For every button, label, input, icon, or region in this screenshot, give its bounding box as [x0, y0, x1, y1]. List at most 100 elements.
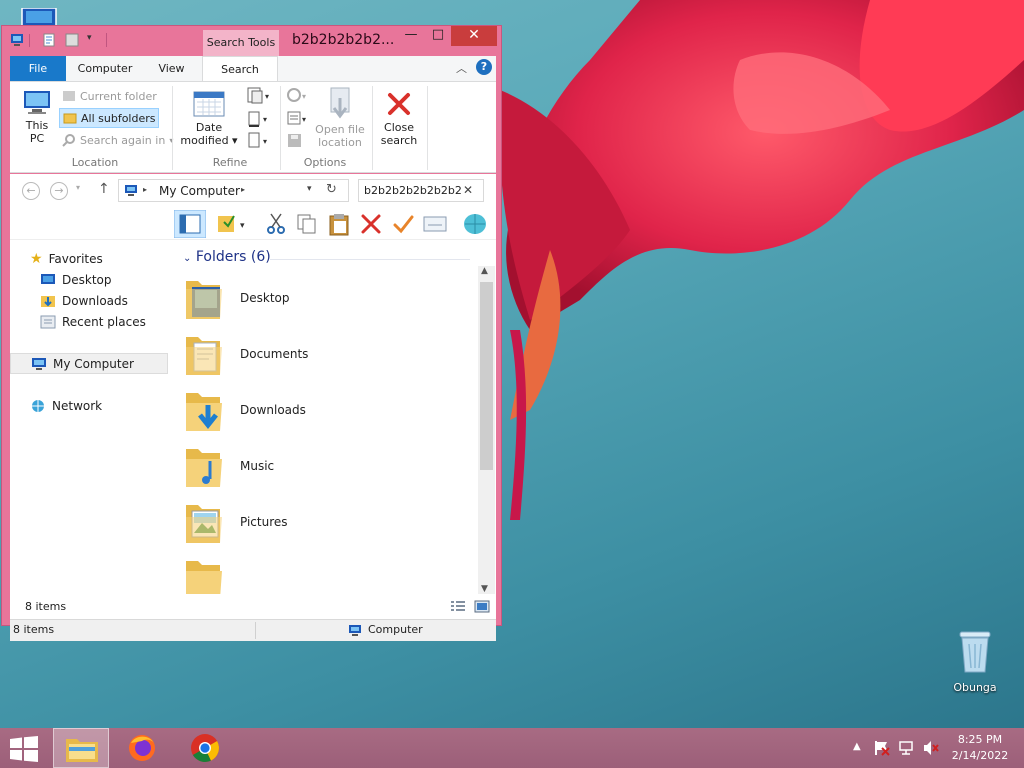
- start-button[interactable]: [10, 736, 38, 762]
- tab-computer[interactable]: Computer: [70, 56, 140, 81]
- nav-desktop[interactable]: Desktop: [40, 269, 160, 290]
- properties-toggle-icon[interactable]: ▾: [216, 212, 248, 236]
- large-icons-view-icon[interactable]: [474, 600, 490, 613]
- back-button[interactable]: ←: [22, 182, 40, 200]
- tab-view[interactable]: View: [144, 56, 199, 81]
- nav-favorites[interactable]: ★ Favorites: [30, 248, 160, 269]
- current-folder-button[interactable]: Current folder: [62, 86, 157, 106]
- taskbar-chrome[interactable]: [177, 728, 233, 768]
- folder-item-pictures[interactable]: Pictures: [184, 494, 464, 550]
- copy-icon[interactable]: [296, 213, 318, 235]
- nav-recent-places[interactable]: Recent places: [40, 311, 160, 332]
- tab-search[interactable]: Search: [202, 56, 278, 82]
- system-clock[interactable]: 8:25 PM 2/14/2022: [950, 732, 1010, 764]
- new-folder-icon[interactable]: [65, 33, 79, 47]
- forward-button[interactable]: →: [50, 182, 68, 200]
- title-bar[interactable]: ▾ Search Tools b2b2b2b2b2... — □ ✕: [2, 26, 501, 56]
- folder-item-partial[interactable]: [184, 550, 464, 594]
- help-icon[interactable]: ?: [476, 59, 492, 75]
- up-arrow-icon[interactable]: ↑: [98, 181, 110, 197]
- tab-file[interactable]: File: [10, 56, 66, 81]
- recent-searches-icon[interactable]: ▾: [286, 87, 310, 105]
- nav-downloads[interactable]: Downloads: [40, 290, 160, 311]
- search-again-in-label: Search again in: [80, 133, 166, 147]
- computer-icon[interactable]: [10, 33, 24, 47]
- volume-muted-icon[interactable]: [922, 740, 940, 756]
- folders-group-header[interactable]: ⌄ Folders (6): [183, 249, 271, 265]
- recent-locations-dropdown[interactable]: ▾: [76, 183, 80, 192]
- navigation-pane-icon[interactable]: [174, 210, 206, 238]
- breadcrumb-chevron-icon[interactable]: ▸: [241, 185, 245, 194]
- rename-check-icon[interactable]: [392, 213, 414, 235]
- open-file-location-button[interactable]: Open file location: [314, 86, 366, 149]
- close-search-label-line1: Close: [384, 121, 414, 134]
- clear-search-icon[interactable]: ✕: [463, 183, 473, 197]
- network-icon: [32, 399, 44, 412]
- folder-item-music[interactable]: Music: [184, 438, 464, 494]
- folder-item-desktop[interactable]: Desktop: [184, 270, 464, 326]
- other-properties-icon[interactable]: ▾: [247, 132, 271, 150]
- open-file-location-label-line1: Open file: [315, 123, 365, 136]
- action-center-flag-icon[interactable]: [873, 740, 891, 756]
- qat-dropdown-icon[interactable]: ▾: [87, 33, 101, 47]
- all-subfolders-button[interactable]: All subfolders: [59, 108, 160, 128]
- minimize-button[interactable]: —: [400, 26, 422, 46]
- this-pc-label: This PC: [25, 119, 49, 145]
- close-search-label-line2: search: [380, 134, 418, 147]
- refresh-icon[interactable]: ↻: [326, 182, 337, 197]
- show-hidden-icons[interactable]: ▲: [853, 741, 861, 752]
- search-input[interactable]: b2b2b2b2b2b2b2: [364, 184, 462, 197]
- folder-item-documents[interactable]: Documents: [184, 326, 464, 382]
- address-dropdown-icon[interactable]: ▾: [307, 184, 312, 194]
- file-list: ⌄ Folders (6) Desktop Documents Download…: [168, 240, 496, 594]
- scroll-down-icon[interactable]: ▼: [481, 584, 488, 594]
- address-path[interactable]: My Computer: [159, 184, 240, 198]
- network-status-icon[interactable]: [898, 740, 916, 756]
- email-icon[interactable]: [423, 214, 447, 234]
- recycle-bin[interactable]: Obunga: [946, 630, 1004, 694]
- close-search-icon: [388, 93, 410, 115]
- pictures-folder-icon: [186, 505, 222, 543]
- status-separator: [255, 622, 256, 639]
- this-pc-button[interactable]: This PC: [20, 88, 54, 145]
- ribbon: This PC Current folder All subfolders Se…: [10, 81, 496, 173]
- taskbar-file-explorer[interactable]: [53, 728, 109, 768]
- address-bar[interactable]: ▸ My Computer ▸ ▾ ↻: [118, 179, 349, 202]
- downloads-icon: [41, 295, 55, 307]
- delete-icon[interactable]: [360, 213, 382, 235]
- music-folder-icon: [186, 449, 222, 487]
- documents-folder-icon: [186, 337, 222, 375]
- size-icon[interactable]: ▾: [247, 110, 271, 128]
- svg-text:▾: ▾: [302, 115, 306, 124]
- all-subfolders-icon: [63, 113, 77, 124]
- ribbon-collapse-icon[interactable]: ︿: [456, 60, 470, 75]
- folder-item-label: Downloads: [240, 403, 306, 417]
- search-tools-context-tab[interactable]: Search Tools: [203, 30, 279, 56]
- save-search-icon[interactable]: [286, 132, 304, 150]
- date-modified-label-line1: Date: [195, 121, 223, 134]
- close-button[interactable]: ✕: [451, 26, 497, 46]
- paste-icon[interactable]: [328, 212, 350, 236]
- search-again-in-button[interactable]: Search again in ▾: [62, 130, 173, 150]
- search-box[interactable]: b2b2b2b2b2b2b2 ✕: [358, 179, 484, 202]
- advanced-options-icon[interactable]: ▾: [286, 110, 310, 128]
- nav-my-computer[interactable]: My Computer: [10, 353, 168, 374]
- nav-network[interactable]: Network: [30, 395, 160, 416]
- wallpaper-flower: [499, 0, 1024, 520]
- date-modified-button[interactable]: Date modified ▾: [180, 90, 238, 147]
- properties-icon[interactable]: [42, 33, 56, 47]
- kind-icon[interactable]: ▾: [247, 87, 271, 105]
- network-share-icon[interactable]: [462, 212, 488, 236]
- window-title: b2b2b2b2b2...: [292, 32, 395, 48]
- folder-item-downloads[interactable]: Downloads: [184, 382, 464, 438]
- maximize-button[interactable]: □: [427, 26, 449, 46]
- scroll-up-icon[interactable]: ▲: [481, 266, 488, 276]
- details-view-icon[interactable]: [450, 600, 466, 613]
- scrollbar-thumb[interactable]: [480, 282, 493, 470]
- close-search-button[interactable]: Close search: [378, 90, 420, 147]
- nav-network-label: Network: [52, 398, 103, 413]
- taskbar-firefox[interactable]: [115, 728, 171, 768]
- vertical-scrollbar[interactable]: ▲ ▼: [478, 266, 495, 594]
- star-icon: ★: [30, 250, 43, 267]
- cut-icon[interactable]: [266, 213, 286, 235]
